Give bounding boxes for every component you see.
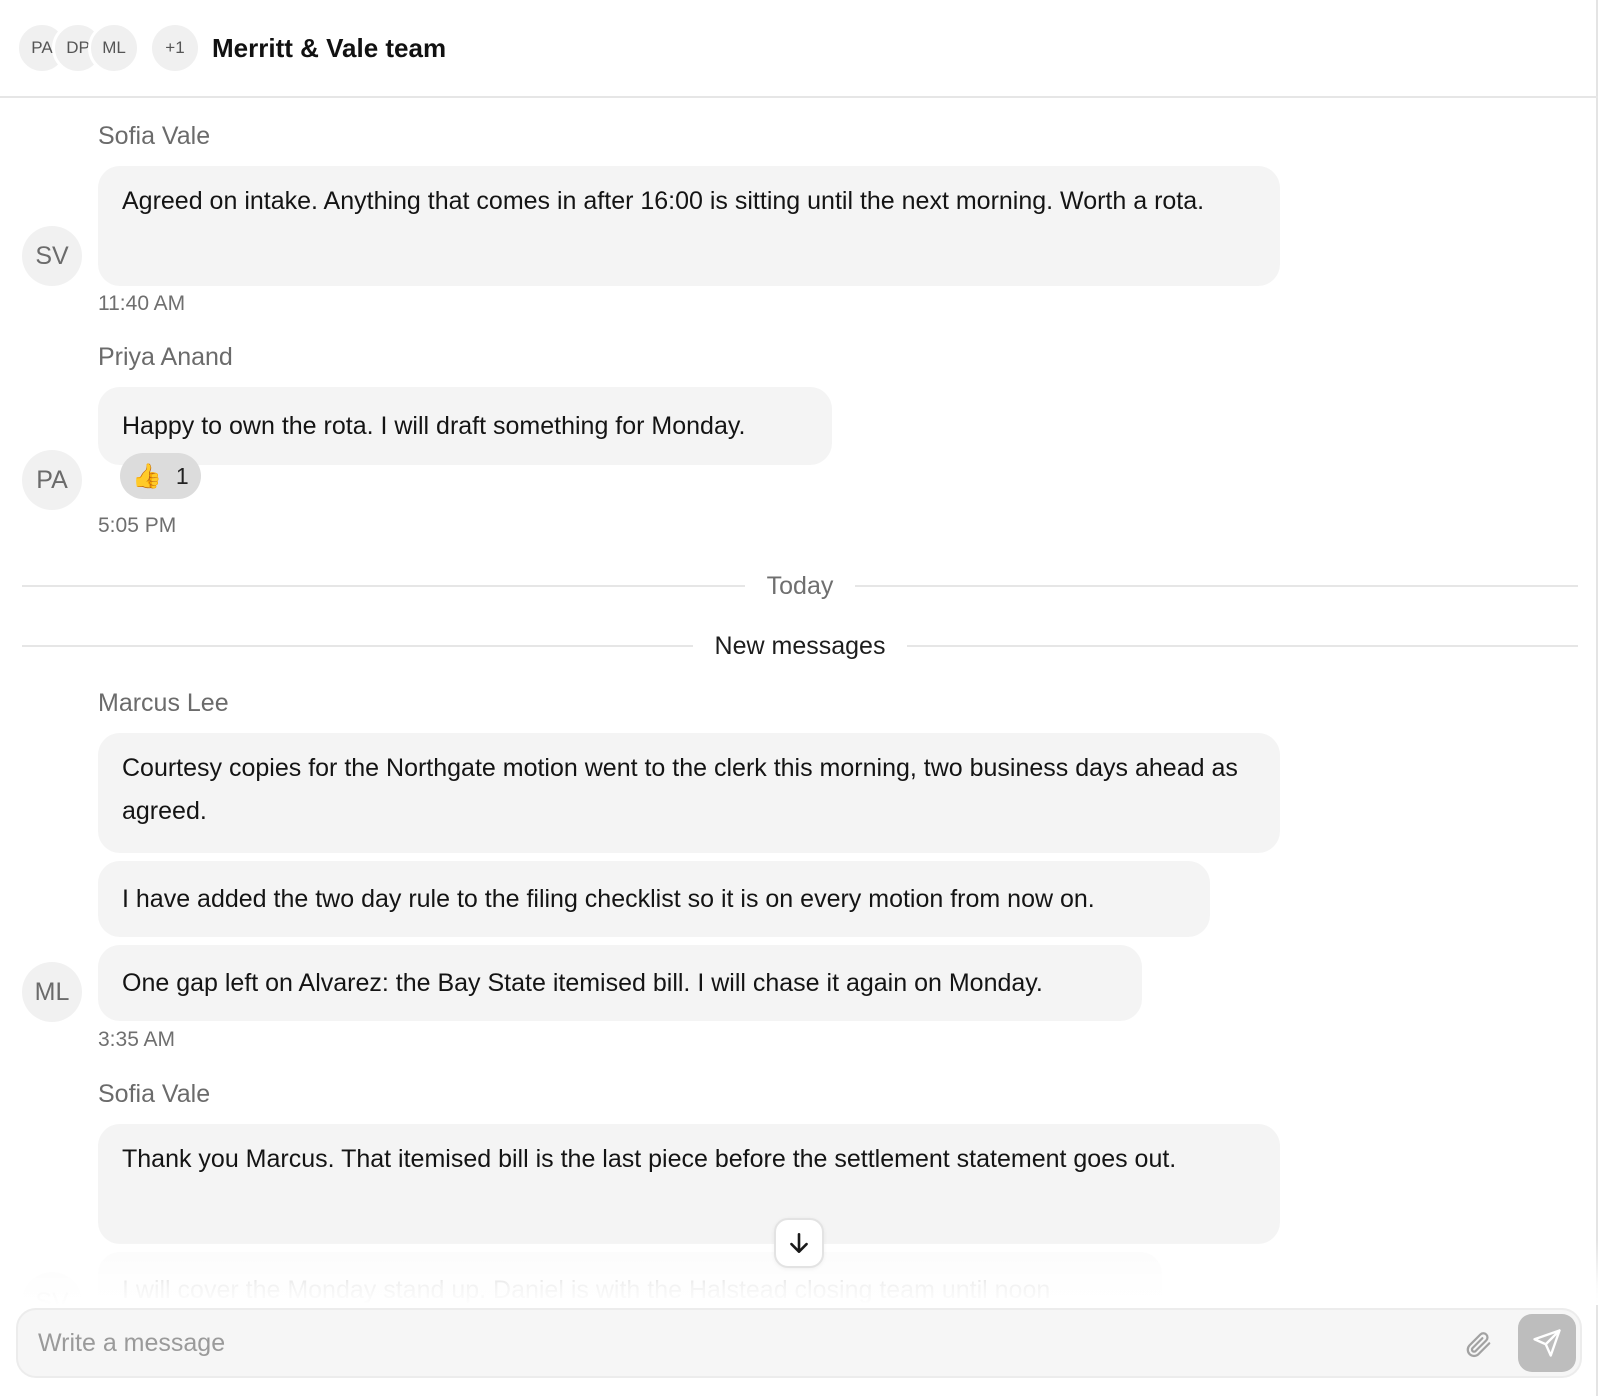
- chat-window: PA DP ML +1 Merritt & Vale team Sofia Va…: [0, 0, 1598, 1396]
- date-divider-label: Today: [766, 571, 834, 600]
- message-timestamp: 3:35 AM: [98, 1028, 176, 1051]
- sender-name: Priya Anand: [98, 343, 233, 371]
- message-bubble[interactable]: Thank you Marcus. That itemised bill is …: [98, 1124, 1280, 1244]
- send-icon: [1533, 1329, 1561, 1357]
- message-list[interactable]: Sofia Vale Agreed on intake. Anything th…: [0, 100, 1598, 1305]
- thumbs-up-icon: 👍: [132, 462, 162, 490]
- message-bubble[interactable]: Happy to own the rota. I will draft some…: [98, 387, 832, 465]
- attach-button[interactable]: [1458, 1324, 1498, 1364]
- arrow-down-icon: [790, 1233, 808, 1253]
- reaction-count: 1: [175, 462, 189, 489]
- message-bubble[interactable]: I will cover the Monday stand up. Daniel…: [98, 1252, 1162, 1305]
- message-timestamp: 5:05 PM: [98, 514, 177, 537]
- sender-name: Marcus Lee: [98, 689, 229, 717]
- member-avatar-stack[interactable]: PA DP ML: [16, 18, 140, 78]
- message-timestamp: 11:40 AM: [98, 292, 186, 315]
- new-messages-label: New messages: [714, 631, 886, 660]
- message-bubble[interactable]: Agreed on intake. Anything that comes in…: [98, 166, 1280, 286]
- divider-line: [22, 645, 693, 647]
- message-input[interactable]: [38, 1310, 1398, 1376]
- scroll-to-bottom-button[interactable]: [774, 1218, 824, 1268]
- date-divider: Today: [22, 566, 1578, 606]
- more-members-count[interactable]: +1: [152, 25, 198, 71]
- message-bubble[interactable]: Courtesy copies for the Northgate motion…: [98, 733, 1280, 853]
- avatar[interactable]: PA: [22, 450, 82, 510]
- avatar[interactable]: SV: [22, 226, 82, 286]
- avatar[interactable]: ML: [22, 962, 82, 1022]
- reaction-chip[interactable]: 👍 1: [120, 453, 201, 499]
- conversation-title: Merritt & Vale team: [212, 32, 447, 63]
- divider-line: [855, 585, 1578, 587]
- new-messages-divider: New messages: [22, 626, 1578, 666]
- paperclip-icon: [1466, 1332, 1491, 1358]
- divider-line: [22, 585, 745, 587]
- sender-name: Sofia Vale: [98, 122, 211, 150]
- message-composer: [16, 1308, 1582, 1378]
- send-button[interactable]: [1518, 1314, 1576, 1372]
- message-bubble[interactable]: One gap left on Alvarez: the Bay State i…: [98, 945, 1142, 1021]
- chat-header: PA DP ML +1 Merritt & Vale team: [0, 0, 1598, 98]
- divider-line: [907, 645, 1578, 647]
- member-avatar: ML: [88, 22, 140, 74]
- message-bubble[interactable]: I have added the two day rule to the fil…: [98, 861, 1210, 937]
- sender-name: Sofia Vale: [98, 1080, 211, 1108]
- avatar[interactable]: SV: [22, 1272, 82, 1305]
